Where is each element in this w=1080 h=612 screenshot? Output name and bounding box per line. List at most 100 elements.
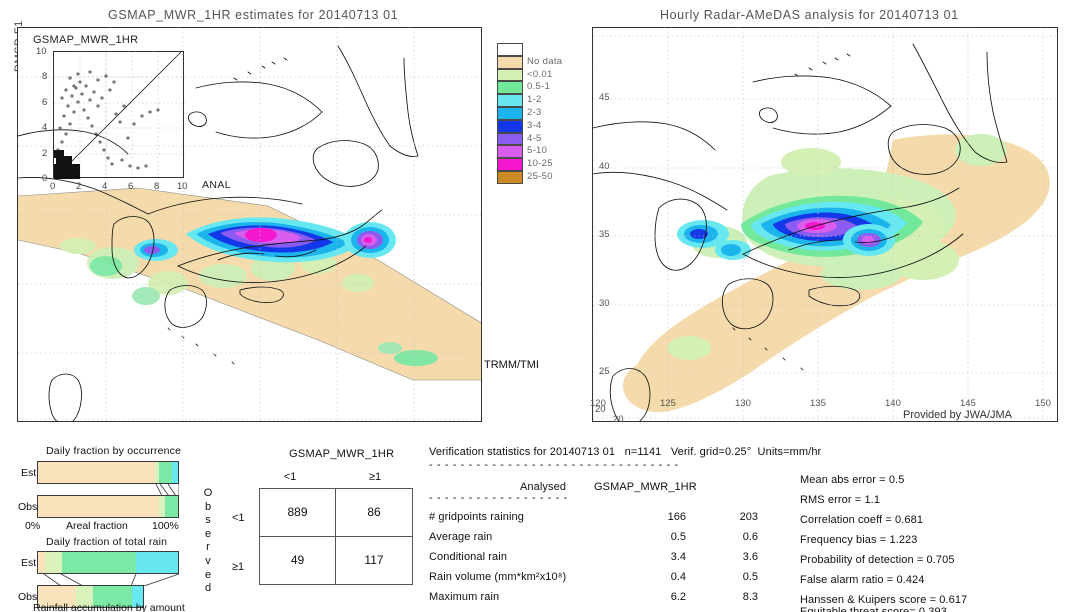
stats-row-analysed: 0.5 xyxy=(670,531,686,543)
inset-ytick-0: 0 xyxy=(42,173,48,184)
legend-swatch xyxy=(497,145,523,159)
left-panel-title: GSMAP_MWR_1HR estimates for 20140713 01 xyxy=(108,8,399,22)
trmm-tmi-label: TRMM/TMI xyxy=(484,359,539,371)
legend-item: 25-50 xyxy=(497,170,567,184)
inset-ytick-2: 2 xyxy=(42,148,48,159)
stats-row-analysed: 3.4 xyxy=(670,551,686,563)
stats-row-label: Conditional rain xyxy=(429,551,508,563)
inset-ytick-10: 10 xyxy=(36,46,47,57)
legend-label: 0.5-1 xyxy=(527,81,551,93)
stats-row-label: Rain volume (mm*km²x10⁸) xyxy=(429,571,567,583)
bar-segment xyxy=(45,552,62,573)
bar-segment xyxy=(61,552,136,573)
contingency-col-header-lt1: <1 xyxy=(283,471,297,483)
stats-score: Mean abs error = 0.5 xyxy=(800,474,905,486)
bar1-est-track[interactable] xyxy=(37,461,179,484)
legend-swatch xyxy=(497,68,523,82)
stats-score: Probability of detection = 0.705 xyxy=(800,554,955,566)
stats-row-analysed: 6.2 xyxy=(670,591,686,603)
legend-swatch xyxy=(497,94,523,107)
stats-col-rule: - - - - - - - - - - - - - - - - - - xyxy=(429,492,568,504)
bar1-axis-min: 0% xyxy=(25,520,41,532)
lat-tick-35: 35 xyxy=(599,229,610,240)
inset-xtick-4: 4 xyxy=(102,181,108,192)
stats-score: Correlation coeff = 0.681 xyxy=(800,514,924,526)
lon-tick-130: 130 xyxy=(735,398,751,409)
legend-item: 10-25 xyxy=(497,158,567,171)
stats-row-label: Average rain xyxy=(429,531,493,543)
legend-label: No data xyxy=(527,55,563,67)
lat-corner-label: 20 xyxy=(613,414,624,425)
lat-tick-45: 45 xyxy=(599,92,610,103)
bar1-axis-max: 100% xyxy=(152,520,179,532)
legend-item: 4-5 xyxy=(497,132,567,146)
bar-segment xyxy=(38,552,45,573)
legend-swatch xyxy=(497,81,523,95)
legend-item: 1-2 xyxy=(497,94,567,107)
inset-ytick-6: 6 xyxy=(42,97,48,108)
stats-row-analysed: 166 xyxy=(667,511,686,523)
lon-tick-150: 150 xyxy=(1035,398,1051,409)
stats-score: Frequency bias = 1.223 xyxy=(800,534,918,546)
stats-row-estimate: 0.6 xyxy=(742,531,758,543)
lat-tick-30: 30 xyxy=(599,298,610,309)
legend-label: 5-10 xyxy=(527,145,548,157)
right-map-graphic xyxy=(593,28,1057,421)
legend-item: No data xyxy=(497,55,567,69)
contingency-table[interactable]: 889 86 49 117 xyxy=(259,488,413,585)
contingency-cell-false-alarm: 86 xyxy=(336,489,412,537)
inset-xtick-0: 0 xyxy=(50,181,56,192)
contingency-observed-axis: Observed xyxy=(203,487,213,595)
legend-swatch xyxy=(497,55,523,69)
contingency-cell-hit-correct: 889 xyxy=(260,489,336,537)
contingency-col-header-ge1: ≥1 xyxy=(368,471,382,483)
legend-item xyxy=(497,43,567,56)
inset-scatter-graphic xyxy=(53,51,185,180)
inset-xtick-6: 6 xyxy=(128,181,134,192)
stats-row-label: # gridpoints raining xyxy=(429,511,524,523)
lon-tick-145: 145 xyxy=(960,398,976,409)
contingency-cell-hit: 117 xyxy=(364,553,384,568)
inset-title: GSMAP_MWR_1HR xyxy=(33,34,139,46)
bar2-row-est-label: Est xyxy=(21,557,37,569)
legend-item: 3-4 xyxy=(497,119,567,133)
right-panel-title: Hourly Radar-AMeDAS analysis for 2014071… xyxy=(660,8,959,22)
stats-header: Verification statistics for 20140713 01 … xyxy=(429,446,822,458)
lat-tick-40: 40 xyxy=(599,161,610,172)
bar1-axis-title: Areal fraction xyxy=(66,520,128,532)
legend-swatch xyxy=(497,106,523,120)
bar2-est-track[interactable] xyxy=(37,551,179,574)
bar2-caption: Rainfall accumulation by amount xyxy=(33,602,185,612)
bar-segment xyxy=(38,496,160,517)
stats-row-estimate: 8.3 xyxy=(742,591,758,603)
legend-label: 25-50 xyxy=(527,170,553,182)
stats-header-rule: - - - - - - - - - - - - - - - - - - - - … xyxy=(429,459,679,471)
bar1-row-est-label: Est xyxy=(21,467,37,479)
bar-segment xyxy=(159,462,172,483)
inset-xaxis-label: ANAL xyxy=(202,179,232,191)
left-map[interactable]: GSMAP_MWR_1HR 10 8 6 4 2 0 0 2 4 6 8 10 … xyxy=(17,27,482,422)
contingency-title: GSMAP_MWR_1HR xyxy=(289,448,395,460)
legend-swatch xyxy=(497,158,523,171)
legend-label: 4-5 xyxy=(527,132,542,144)
inset-ytick-8: 8 xyxy=(42,71,48,82)
provider-credit: Provided by JWA/JMA xyxy=(903,409,1013,421)
contingency-row-header-lt1: <1 xyxy=(232,512,245,524)
lon-tick-135: 135 xyxy=(810,398,826,409)
legend-label: 2-3 xyxy=(527,106,542,118)
stats-score: RMS error = 1.1 xyxy=(800,494,881,506)
legend-label: 10-25 xyxy=(527,158,553,170)
right-map[interactable]: 45 40 35 30 25 20 Provided by JWA/JMA xyxy=(592,27,1058,422)
legend-label: <0.01 xyxy=(527,68,553,80)
bar-chart-1-title: Daily fraction by occurrence xyxy=(46,445,182,457)
legend-label: 3-4 xyxy=(527,119,542,131)
bar1-obs-track[interactable] xyxy=(37,495,179,518)
lon-tick-140: 140 xyxy=(885,398,901,409)
bar-chart-2-title: Daily fraction of total rain xyxy=(46,536,168,548)
inset-xtick-8: 8 xyxy=(154,181,160,192)
stats-row-estimate: 0.5 xyxy=(742,571,758,583)
stats-col-estimate: GSMAP_MWR_1HR xyxy=(594,481,697,493)
stats-row-estimate: 3.6 xyxy=(742,551,758,563)
bar-segment xyxy=(171,462,178,483)
inset-scatter-plot[interactable] xyxy=(53,51,185,180)
